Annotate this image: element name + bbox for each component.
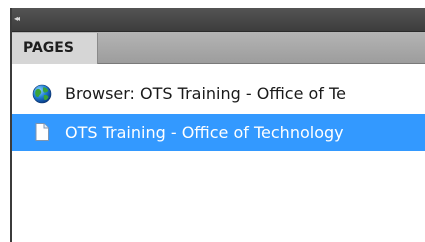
tab-pages[interactable]: PAGES bbox=[12, 33, 98, 64]
list-item-page-selected[interactable]: OTS Training - Office of Technology bbox=[12, 114, 425, 151]
list-item-label: Browser: OTS Training - Office of Te bbox=[65, 84, 346, 103]
collapse-panel-icon[interactable]: ◂◂ bbox=[14, 14, 28, 24]
pages-panel: ◂◂ PAGES Browser: OTS Training - Office … bbox=[10, 8, 425, 242]
list-item-browser[interactable]: Browser: OTS Training - Office of Te bbox=[12, 76, 425, 112]
screen: ◂◂ PAGES Browser: OTS Training - Office … bbox=[0, 0, 425, 242]
pages-list: Browser: OTS Training - Office of Te OTS… bbox=[12, 64, 425, 242]
list-item-label: OTS Training - Office of Technology bbox=[65, 123, 344, 142]
panel-tab-bar: PAGES bbox=[12, 32, 425, 64]
top-strip bbox=[0, 0, 425, 8]
panel-title-bar: ◂◂ bbox=[12, 8, 425, 32]
page-icon bbox=[35, 123, 49, 141]
globe-icon bbox=[32, 84, 52, 104]
